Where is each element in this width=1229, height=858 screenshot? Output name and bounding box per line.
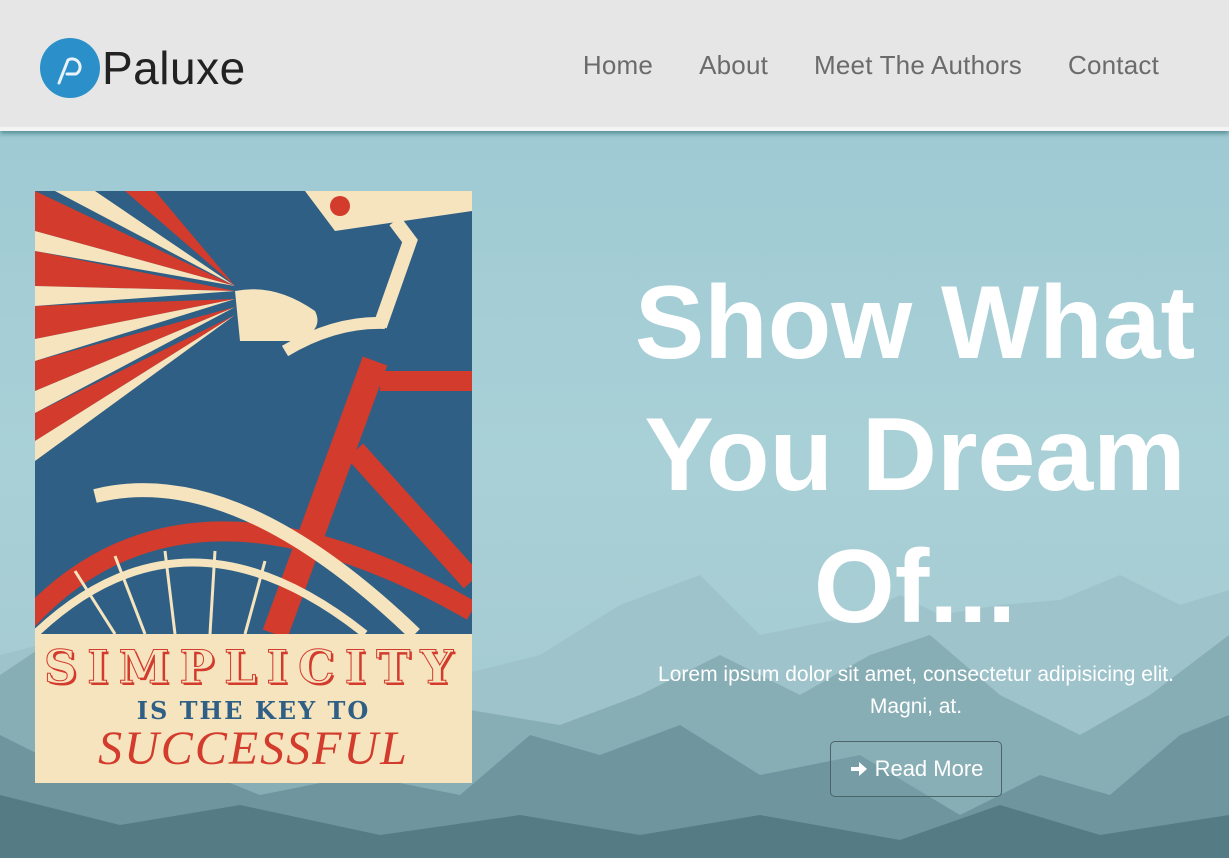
book-cover[interactable]: SIMPLICITY IS THE KEY TO SUCCESSFUL LIVI…	[35, 191, 472, 783]
logo-p-icon	[40, 38, 100, 98]
bicycle-illustration	[35, 191, 472, 634]
nav-home[interactable]: Home	[583, 50, 653, 81]
hero-title: Show What You Dream Of...	[620, 257, 1210, 653]
site-header: Paluxe Home About Meet The Authors Conta…	[0, 0, 1229, 131]
main-nav: Home About Meet The Authors Contact	[537, 50, 1159, 81]
read-more-label: Read More	[874, 756, 984, 781]
hero-title-line-1: Show What	[634, 265, 1196, 381]
hero-title-line-3: Of...	[813, 529, 1017, 645]
hero-title-line-2: You Dream	[644, 397, 1186, 513]
book-line-1: SIMPLICITY	[43, 640, 464, 695]
nav-contact[interactable]: Contact	[1068, 50, 1159, 81]
nav-about[interactable]: About	[699, 50, 768, 81]
brand-logo[interactable]: Paluxe	[40, 38, 246, 98]
read-more-button[interactable]: Read More	[830, 741, 1002, 797]
arrow-right-icon	[849, 759, 869, 779]
book-cover-text: SIMPLICITY IS THE KEY TO SUCCESSFUL LIVI…	[35, 634, 472, 783]
nav-meet-the-authors[interactable]: Meet The Authors	[814, 50, 1022, 81]
hero-section: SIMPLICITY IS THE KEY TO SUCCESSFUL LIVI…	[0, 135, 1229, 858]
book-line-3: SUCCESSFUL LIVING	[98, 722, 409, 783]
hero-subtitle: Lorem ipsum dolor sit amet, consectetur …	[658, 663, 1174, 718]
brand-name: Paluxe	[102, 42, 246, 94]
